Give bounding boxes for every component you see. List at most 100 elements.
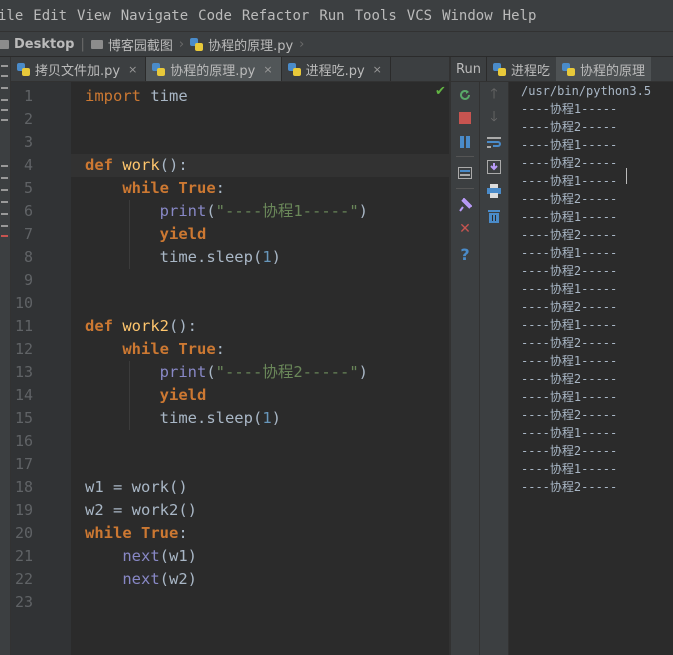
code-token: ) — [271, 409, 281, 427]
code-line[interactable]: next(w2) — [85, 568, 197, 591]
line-number: 21 — [14, 547, 33, 565]
code-line[interactable]: time.sleep(1) — [85, 246, 281, 269]
line-number: 22 — [14, 570, 33, 588]
run-panel-label[interactable]: Run — [451, 57, 487, 81]
editor-tab-bar: 拷贝文件加.py × 协程的原理.py × 进程吃.py × — [11, 57, 449, 82]
tab-coroutine[interactable]: 协程的原理.py × — [146, 57, 282, 81]
code-line[interactable]: next(w1) — [85, 545, 197, 568]
code-token: next — [122, 570, 160, 588]
code-line[interactable]: while True: — [85, 522, 188, 545]
close-icon[interactable]: ✕ — [456, 220, 474, 238]
layout-icon[interactable] — [456, 164, 474, 182]
code-line[interactable]: yield — [85, 384, 207, 407]
python-file-icon — [17, 62, 30, 76]
tab-process[interactable]: 进程吃.py × — [282, 57, 391, 81]
close-icon[interactable]: × — [128, 63, 137, 76]
code-line[interactable]: while True: — [85, 177, 225, 200]
up-arrow-icon[interactable]: 🡑 — [485, 86, 503, 104]
console-line: ----协程1----- — [521, 282, 618, 296]
code-token: w1 = work() — [85, 478, 188, 496]
code-token: time.sleep( — [85, 409, 263, 427]
breadcrumb-file[interactable]: 协程的原理.py — [208, 35, 293, 54]
code-token: yield — [159, 386, 207, 404]
close-icon[interactable]: × — [263, 63, 272, 76]
code-token: : — [215, 179, 226, 197]
menu-bar: ile Edit View Navigate Code Refactor Run… — [0, 0, 673, 31]
line-number: 17 — [14, 455, 33, 473]
menu-window[interactable]: Window — [442, 8, 493, 24]
menu-edit[interactable]: Edit — [33, 8, 67, 24]
line-number: 12 — [14, 340, 33, 358]
code-token: "----协程1-----" — [215, 202, 359, 220]
tab-copy-file[interactable]: 拷贝文件加.py × — [11, 57, 147, 81]
menu-navigate[interactable]: Navigate — [121, 8, 188, 24]
menu-code[interactable]: Code — [198, 8, 232, 24]
code-line[interactable]: print("----协程1-----") — [85, 200, 368, 223]
code-line[interactable]: w1 = work() — [85, 476, 188, 499]
code-line[interactable]: import time — [85, 85, 188, 108]
console-line: ----协程2----- — [521, 228, 618, 242]
code-token: ( — [206, 363, 216, 381]
menu-help[interactable]: Help — [503, 8, 537, 24]
help-icon[interactable]: ? — [456, 245, 474, 264]
wrap-icon[interactable] — [485, 133, 503, 151]
code-line[interactable]: def work2(): — [85, 315, 197, 338]
line-number: 13 — [14, 363, 33, 381]
pause-icon[interactable] — [456, 133, 474, 151]
console-line: ----协程2----- — [521, 444, 618, 458]
line-number: 6 — [23, 202, 33, 220]
code-token: ( — [206, 202, 216, 220]
tab-label: 拷贝文件加.py — [35, 63, 121, 79]
tab-label: 进程吃.py — [305, 63, 365, 79]
code-line[interactable]: yield — [85, 223, 207, 246]
rerun-icon[interactable] — [456, 86, 474, 104]
menu-vcs[interactable]: VCS — [407, 8, 432, 24]
print-icon[interactable] — [485, 182, 503, 200]
code-token: next — [122, 547, 160, 565]
menu-refactor[interactable]: Refactor — [242, 8, 309, 24]
console-line: ----协程1----- — [521, 426, 618, 440]
line-number: 3 — [23, 133, 33, 151]
trash-icon[interactable] — [485, 207, 503, 225]
breadcrumb-folder[interactable]: 博客园截图 — [108, 35, 173, 54]
console-output[interactable]: /usr/bin/python3.5 ----协程1----- ----协程2---… — [509, 82, 673, 655]
scroll-end-icon[interactable] — [485, 158, 503, 176]
run-tab-process[interactable]: 进程吃 — [487, 57, 556, 81]
chevron-right-icon: › — [299, 36, 305, 52]
code-token: 1 — [262, 409, 272, 427]
line-number: 23 — [14, 593, 33, 611]
code-line[interactable]: def work(): — [85, 154, 188, 177]
menu-run[interactable]: Run — [319, 8, 344, 24]
line-number: 20 — [14, 524, 33, 542]
line-number: 7 — [23, 225, 33, 243]
close-icon[interactable]: × — [373, 63, 382, 76]
code-token: while — [122, 179, 169, 197]
python-file-icon — [190, 37, 204, 51]
structure-strip[interactable] — [0, 57, 11, 655]
menu-file[interactable]: ile — [0, 8, 23, 24]
code-line[interactable]: w2 = work2() — [85, 499, 197, 522]
code-line[interactable]: while True: — [85, 338, 225, 361]
breadcrumb-desktop[interactable]: Desktop — [14, 37, 74, 52]
down-arrow-icon[interactable]: 🡓 — [485, 109, 503, 127]
python-file-icon — [492, 62, 506, 76]
console-line: ----协程2----- — [521, 156, 618, 170]
code-editor[interactable]: import time def work(): while True: print… — [71, 82, 449, 655]
code-line[interactable]: print("----协程2-----") — [85, 361, 368, 384]
stop-icon[interactable] — [456, 109, 474, 127]
pin-icon[interactable] — [456, 196, 474, 214]
run-tab-label: 协程的原理 — [579, 63, 645, 79]
menu-tools[interactable]: Tools — [355, 8, 397, 24]
console-line: ----协程1----- — [521, 174, 618, 188]
line-number-gutter[interactable]: 1 2 3 4 5 6 7 8 9 10 11 12 13 14 15 16 17 18 19 20 21 22 23 — [11, 82, 80, 655]
menu-view[interactable]: View — [77, 8, 111, 24]
console-line: ----协程2----- — [521, 192, 618, 206]
code-line[interactable]: time.sleep(1) — [85, 407, 281, 430]
tab-label: 协程的原理.py — [170, 63, 256, 79]
run-tab-coroutine[interactable]: 协程的原理 — [555, 57, 651, 81]
